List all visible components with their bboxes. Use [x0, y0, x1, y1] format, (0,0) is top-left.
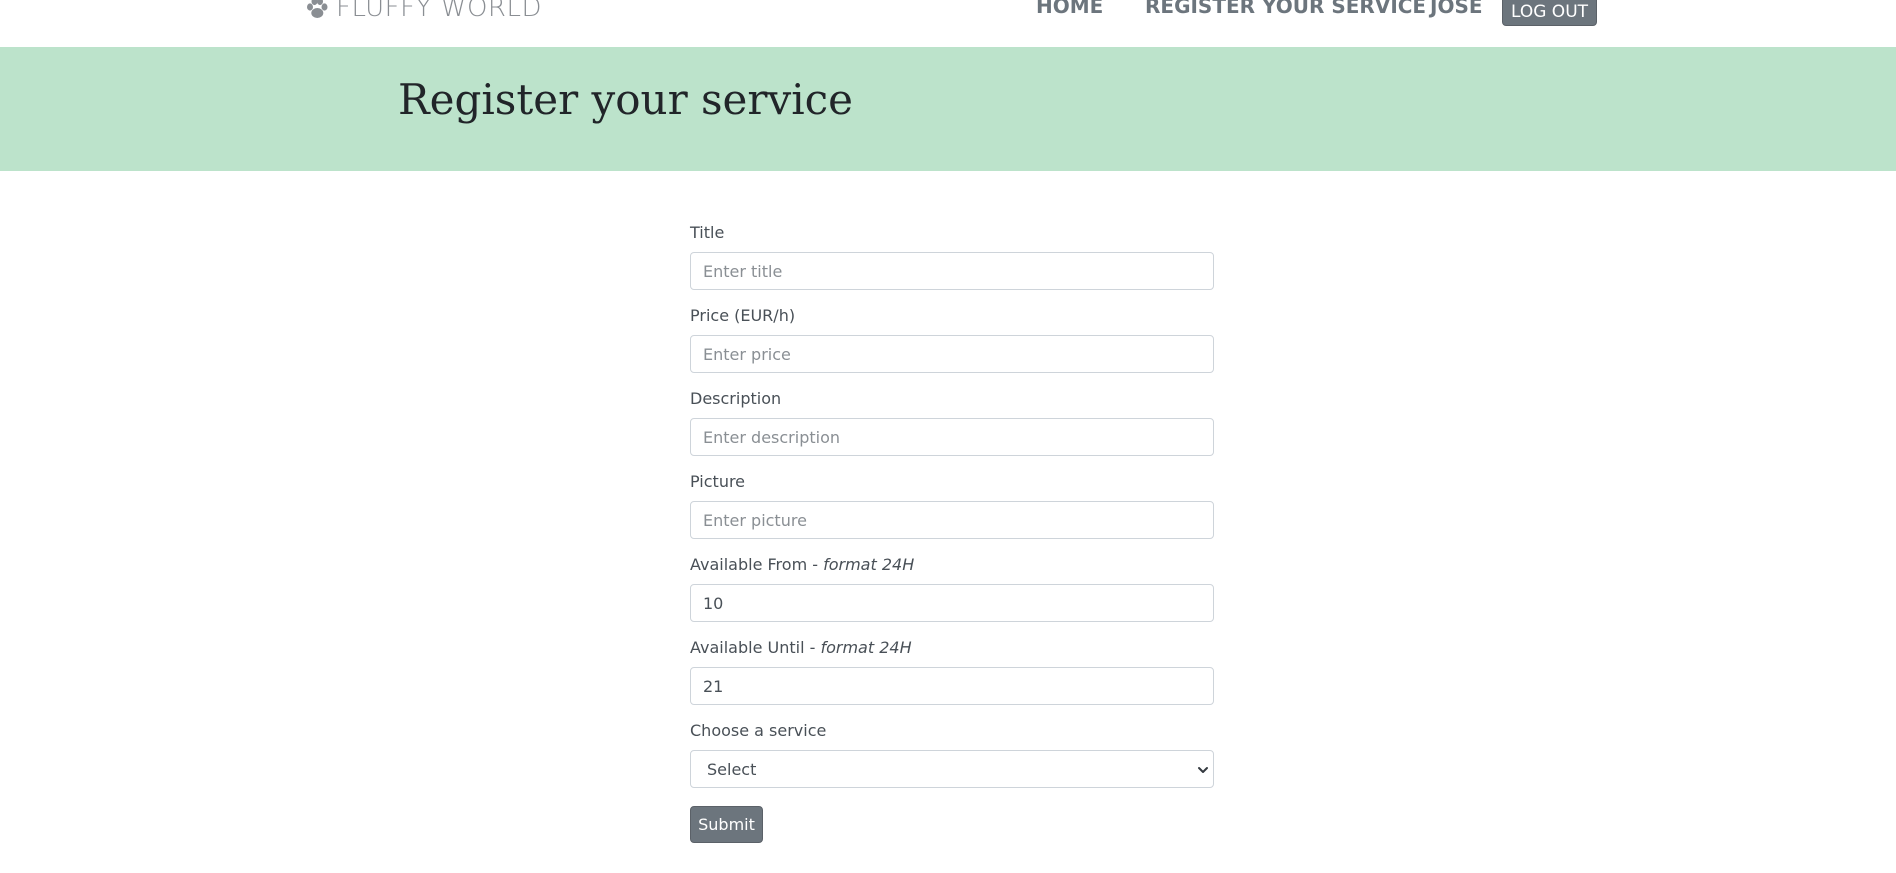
- title-label: Title: [690, 223, 725, 242]
- price-input[interactable]: [690, 335, 1214, 373]
- available-until-label-text: Available Until -: [690, 638, 821, 657]
- available-from-label: Available From - format 24H: [690, 555, 1214, 575]
- page-title: Register your service: [398, 75, 854, 124]
- available-from-label-text: Available From -: [690, 555, 824, 574]
- nav-home[interactable]: HOME: [1036, 0, 1103, 18]
- brand-logo[interactable]: FLUFFY WORLD: [304, 0, 542, 23]
- available-from-input[interactable]: [690, 584, 1214, 622]
- navbar: FLUFFY WORLD HOME REGISTER YOUR SERVICE …: [0, 0, 1896, 47]
- picture-input[interactable]: [690, 501, 1214, 539]
- service-label: Choose a service: [690, 721, 827, 740]
- available-until-format-note: format 24H: [820, 638, 912, 657]
- title-input[interactable]: [690, 252, 1214, 290]
- brand-name: FLUFFY WORLD: [336, 0, 542, 23]
- service-select[interactable]: Select: [690, 750, 1214, 788]
- chevron-down-icon: [1198, 767, 1208, 773]
- available-until-label: Available Until - format 24H: [690, 638, 1214, 658]
- available-from-group: Available From - format 24H: [690, 555, 1214, 622]
- available-from-format-note: format 24H: [823, 555, 915, 574]
- price-label: Price (EUR/h): [690, 306, 796, 325]
- picture-group: Picture: [690, 472, 1214, 539]
- price-group: Price (EUR/h): [690, 306, 1214, 373]
- available-until-input[interactable]: [690, 667, 1214, 705]
- page-header: Register your service: [0, 47, 1896, 171]
- description-input[interactable]: [690, 418, 1214, 456]
- service-group: Choose a service Select: [690, 721, 1214, 788]
- register-service-form: Title Price (EUR/h) Description Picture …: [690, 223, 1214, 843]
- description-label: Description: [690, 389, 782, 408]
- nav-register-service[interactable]: REGISTER YOUR SERVICE: [1145, 0, 1426, 18]
- description-group: Description: [690, 389, 1214, 456]
- nav-user[interactable]: JOSE: [1430, 0, 1483, 18]
- service-select-value: Select: [707, 760, 757, 779]
- title-group: Title: [690, 223, 1214, 290]
- submit-button[interactable]: Submit: [690, 806, 763, 843]
- picture-label: Picture: [690, 472, 746, 491]
- paw-icon: [304, 0, 330, 21]
- available-until-group: Available Until - format 24H: [690, 638, 1214, 705]
- logout-button[interactable]: LOG OUT: [1502, 0, 1597, 26]
